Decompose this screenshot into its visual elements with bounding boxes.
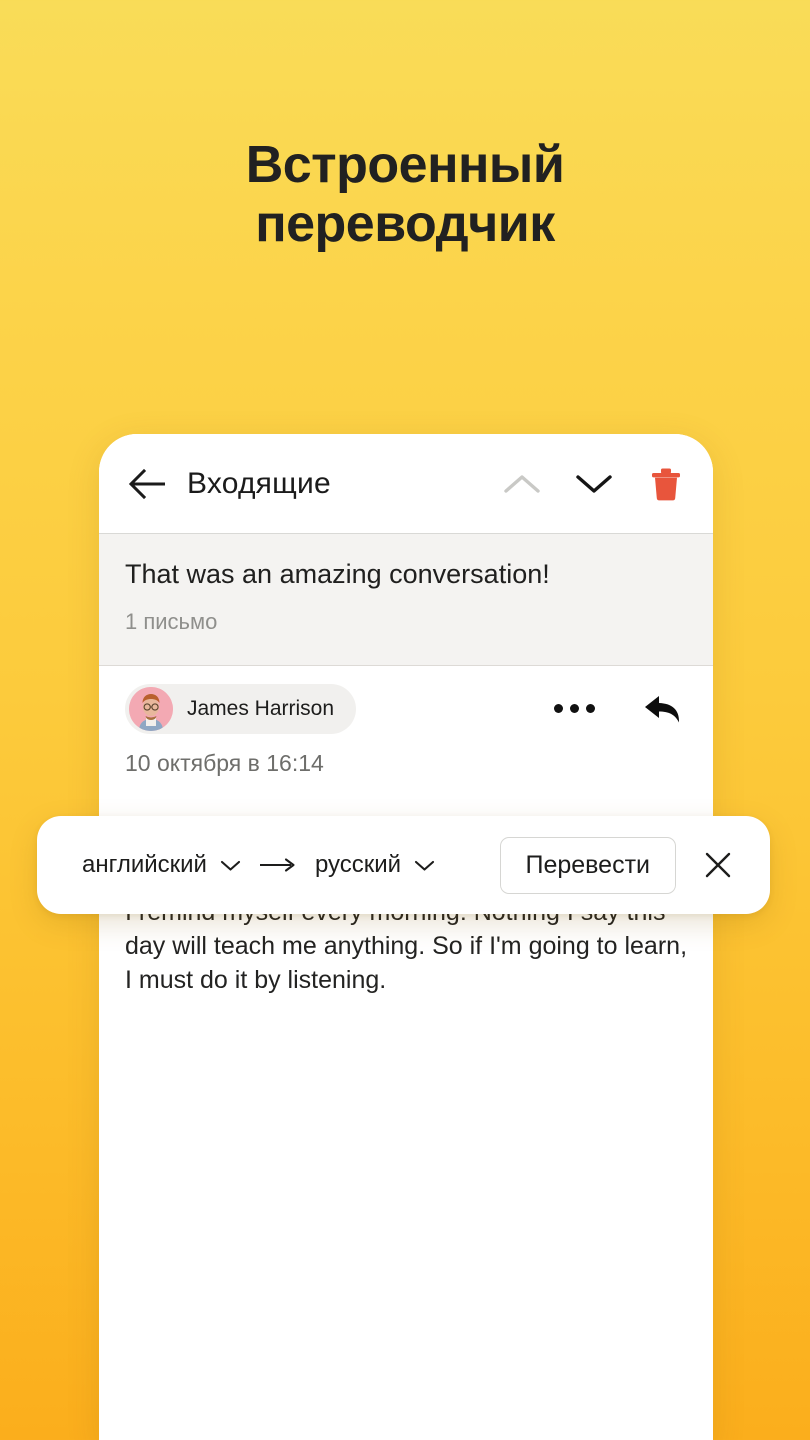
chevron-down-icon bbox=[414, 851, 435, 879]
chevron-down-icon[interactable] bbox=[573, 463, 615, 505]
sender-name: James Harrison bbox=[187, 696, 335, 720]
ellipsis-icon[interactable] bbox=[554, 704, 595, 714]
sender-row: James Harrison bbox=[125, 683, 687, 734]
page-title: Встроенный переводчик bbox=[0, 136, 810, 255]
chevron-down-icon bbox=[220, 851, 241, 879]
source-language-label: английский bbox=[82, 851, 207, 878]
app-bar-actions bbox=[501, 463, 687, 505]
dot bbox=[570, 704, 579, 714]
app-bar: Входящие bbox=[99, 434, 713, 534]
dot bbox=[586, 704, 595, 714]
message-count: 1 письмо bbox=[125, 608, 218, 634]
target-language-label: русский bbox=[314, 851, 402, 878]
arrow-right-icon bbox=[258, 857, 298, 873]
arrow-left-icon[interactable] bbox=[125, 462, 169, 506]
subject-title: That was an amazing conversation! bbox=[125, 559, 550, 589]
reply-arrow-icon[interactable] bbox=[641, 686, 687, 732]
message-date: 10 октября в 16:14 bbox=[125, 749, 324, 776]
source-language-selector[interactable]: английский bbox=[82, 851, 241, 879]
close-icon[interactable] bbox=[692, 839, 744, 891]
page-title-line-2: переводчик bbox=[255, 195, 555, 254]
subject-block[interactable]: That was an amazing conversation! 1 пись… bbox=[99, 534, 713, 666]
page-title-line-1: Встроенный bbox=[245, 136, 565, 194]
user-avatar bbox=[129, 686, 173, 731]
sender-chip[interactable]: James Harrison bbox=[125, 683, 357, 734]
message-header: James Harrison 10 октября в 16:14 bbox=[99, 665, 713, 777]
translate-bar: английский русский Перевести bbox=[37, 816, 770, 914]
app-bar-title: Входящие bbox=[187, 466, 331, 500]
trash-icon[interactable] bbox=[645, 463, 687, 505]
chevron-up-icon[interactable] bbox=[501, 463, 543, 505]
target-language-selector[interactable]: русский bbox=[315, 851, 435, 879]
dot bbox=[554, 704, 563, 714]
phone-mockup: Входящие That was an amazing conversatio… bbox=[99, 434, 713, 1440]
translate-button[interactable]: Перевести bbox=[499, 836, 676, 894]
